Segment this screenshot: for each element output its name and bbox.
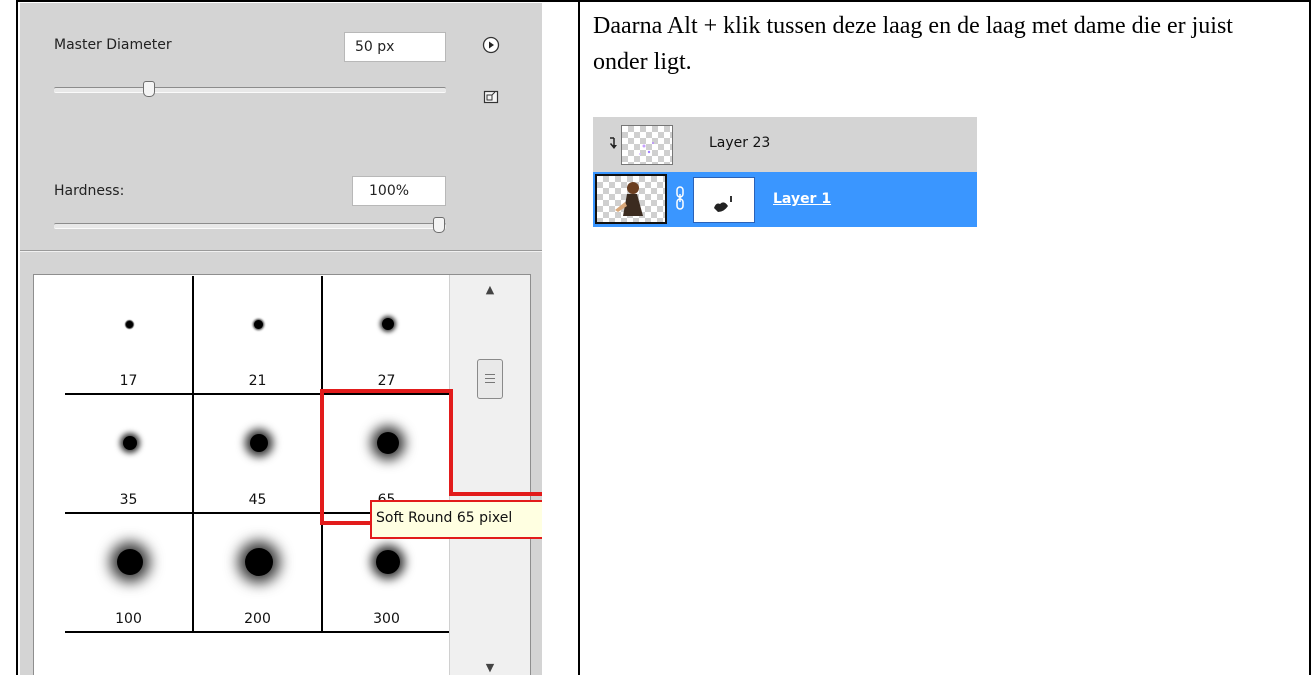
hardness-slider-track[interactable] [54,223,446,229]
panel-menu-button[interactable] [482,36,500,54]
layer-row-layer-1[interactable]: Layer 1 [593,172,977,227]
mask-shape-icon [714,196,732,212]
brush-preset-27[interactable]: 27 [323,276,452,395]
brush-tip-icon [244,548,273,576]
brush-preset-size-label: 200 [244,611,271,627]
brush-preset-size-label: 17 [119,373,138,389]
layer-1-thumbnail [595,174,667,224]
play-arrow-icon [482,36,500,54]
layer-1-name[interactable]: Layer 1 [773,191,831,207]
brush-preset-grid: 172127354565100200300 ▲ ▼ [33,274,531,675]
instruction-text: Daarna Alt + klik tussen deze laag en de… [593,13,1233,75]
tooltip-connector [449,492,542,496]
scroll-down-arrow-icon[interactable]: ▼ [450,661,530,674]
scrollbar-thumb[interactable] [477,359,503,399]
brush-tip-icon [116,549,143,575]
layer-row-layer-23[interactable]: Layer 23 [593,117,977,172]
table-border-middle [578,0,580,675]
hardness-slider-thumb[interactable] [433,217,445,233]
brush-tip-icon [249,434,268,452]
brush-tip-icon [254,319,263,329]
master-diameter-input[interactable]: 50 px [344,32,446,62]
hardness-label: Hardness: [54,183,125,199]
brush-picker-panel: Master Diameter 50 px Hardness: 100% 17 2… [20,3,542,675]
sparkle-icon [639,142,654,155]
brush-preset-200[interactable]: 200 [194,514,323,633]
scroll-up-arrow-icon[interactable]: ▲ [450,283,530,296]
brush-tip-icon [122,436,137,450]
preset-scrollbar[interactable]: ▲ ▼ [449,275,530,675]
brush-tip-icon [381,318,394,330]
chain-link-icon [676,186,684,210]
brush-preset-17[interactable]: 17 [65,276,194,395]
brush-preset-size-label: 100 [115,611,142,627]
brush-preset-35[interactable]: 35 [65,395,194,514]
brush-preset-size-label: 21 [248,373,267,389]
table-border-top [16,0,1311,2]
save-preset-button[interactable] [482,89,500,105]
brush-preset-45[interactable]: 45 [194,395,323,514]
selected-preset-highlight-right [449,389,453,496]
layer-1-mask-thumbnail [693,177,755,223]
panel-divider [20,250,542,251]
layer-23-name[interactable]: Layer 23 [709,135,770,151]
brush-preset-size-label: 45 [248,492,267,508]
clipping-arrow-icon [609,137,617,149]
brush-preset-100[interactable]: 100 [65,514,194,633]
brush-tip-icon [126,320,133,328]
layer-23-thumbnail [621,125,673,165]
master-diameter-label: Master Diameter [54,37,172,53]
hardness-input[interactable]: 100% [352,176,446,206]
woman-figure-icon [615,182,643,216]
preset-tooltip: Soft Round 65 pixel [370,500,542,539]
brush-preset-size-label: 27 [377,373,396,389]
brush-preset-21[interactable]: 21 [194,276,323,395]
new-preset-icon [483,90,499,104]
brush-preset-size-label: 35 [119,492,138,508]
brush-tip-icon [375,550,400,574]
master-diameter-slider-track[interactable] [54,87,446,93]
table-border-left [16,0,18,675]
brush-preset-size-label: 300 [373,611,400,627]
master-diameter-slider-thumb[interactable] [143,81,155,97]
layers-panel: Layer 23 Layer 1 [593,117,977,227]
